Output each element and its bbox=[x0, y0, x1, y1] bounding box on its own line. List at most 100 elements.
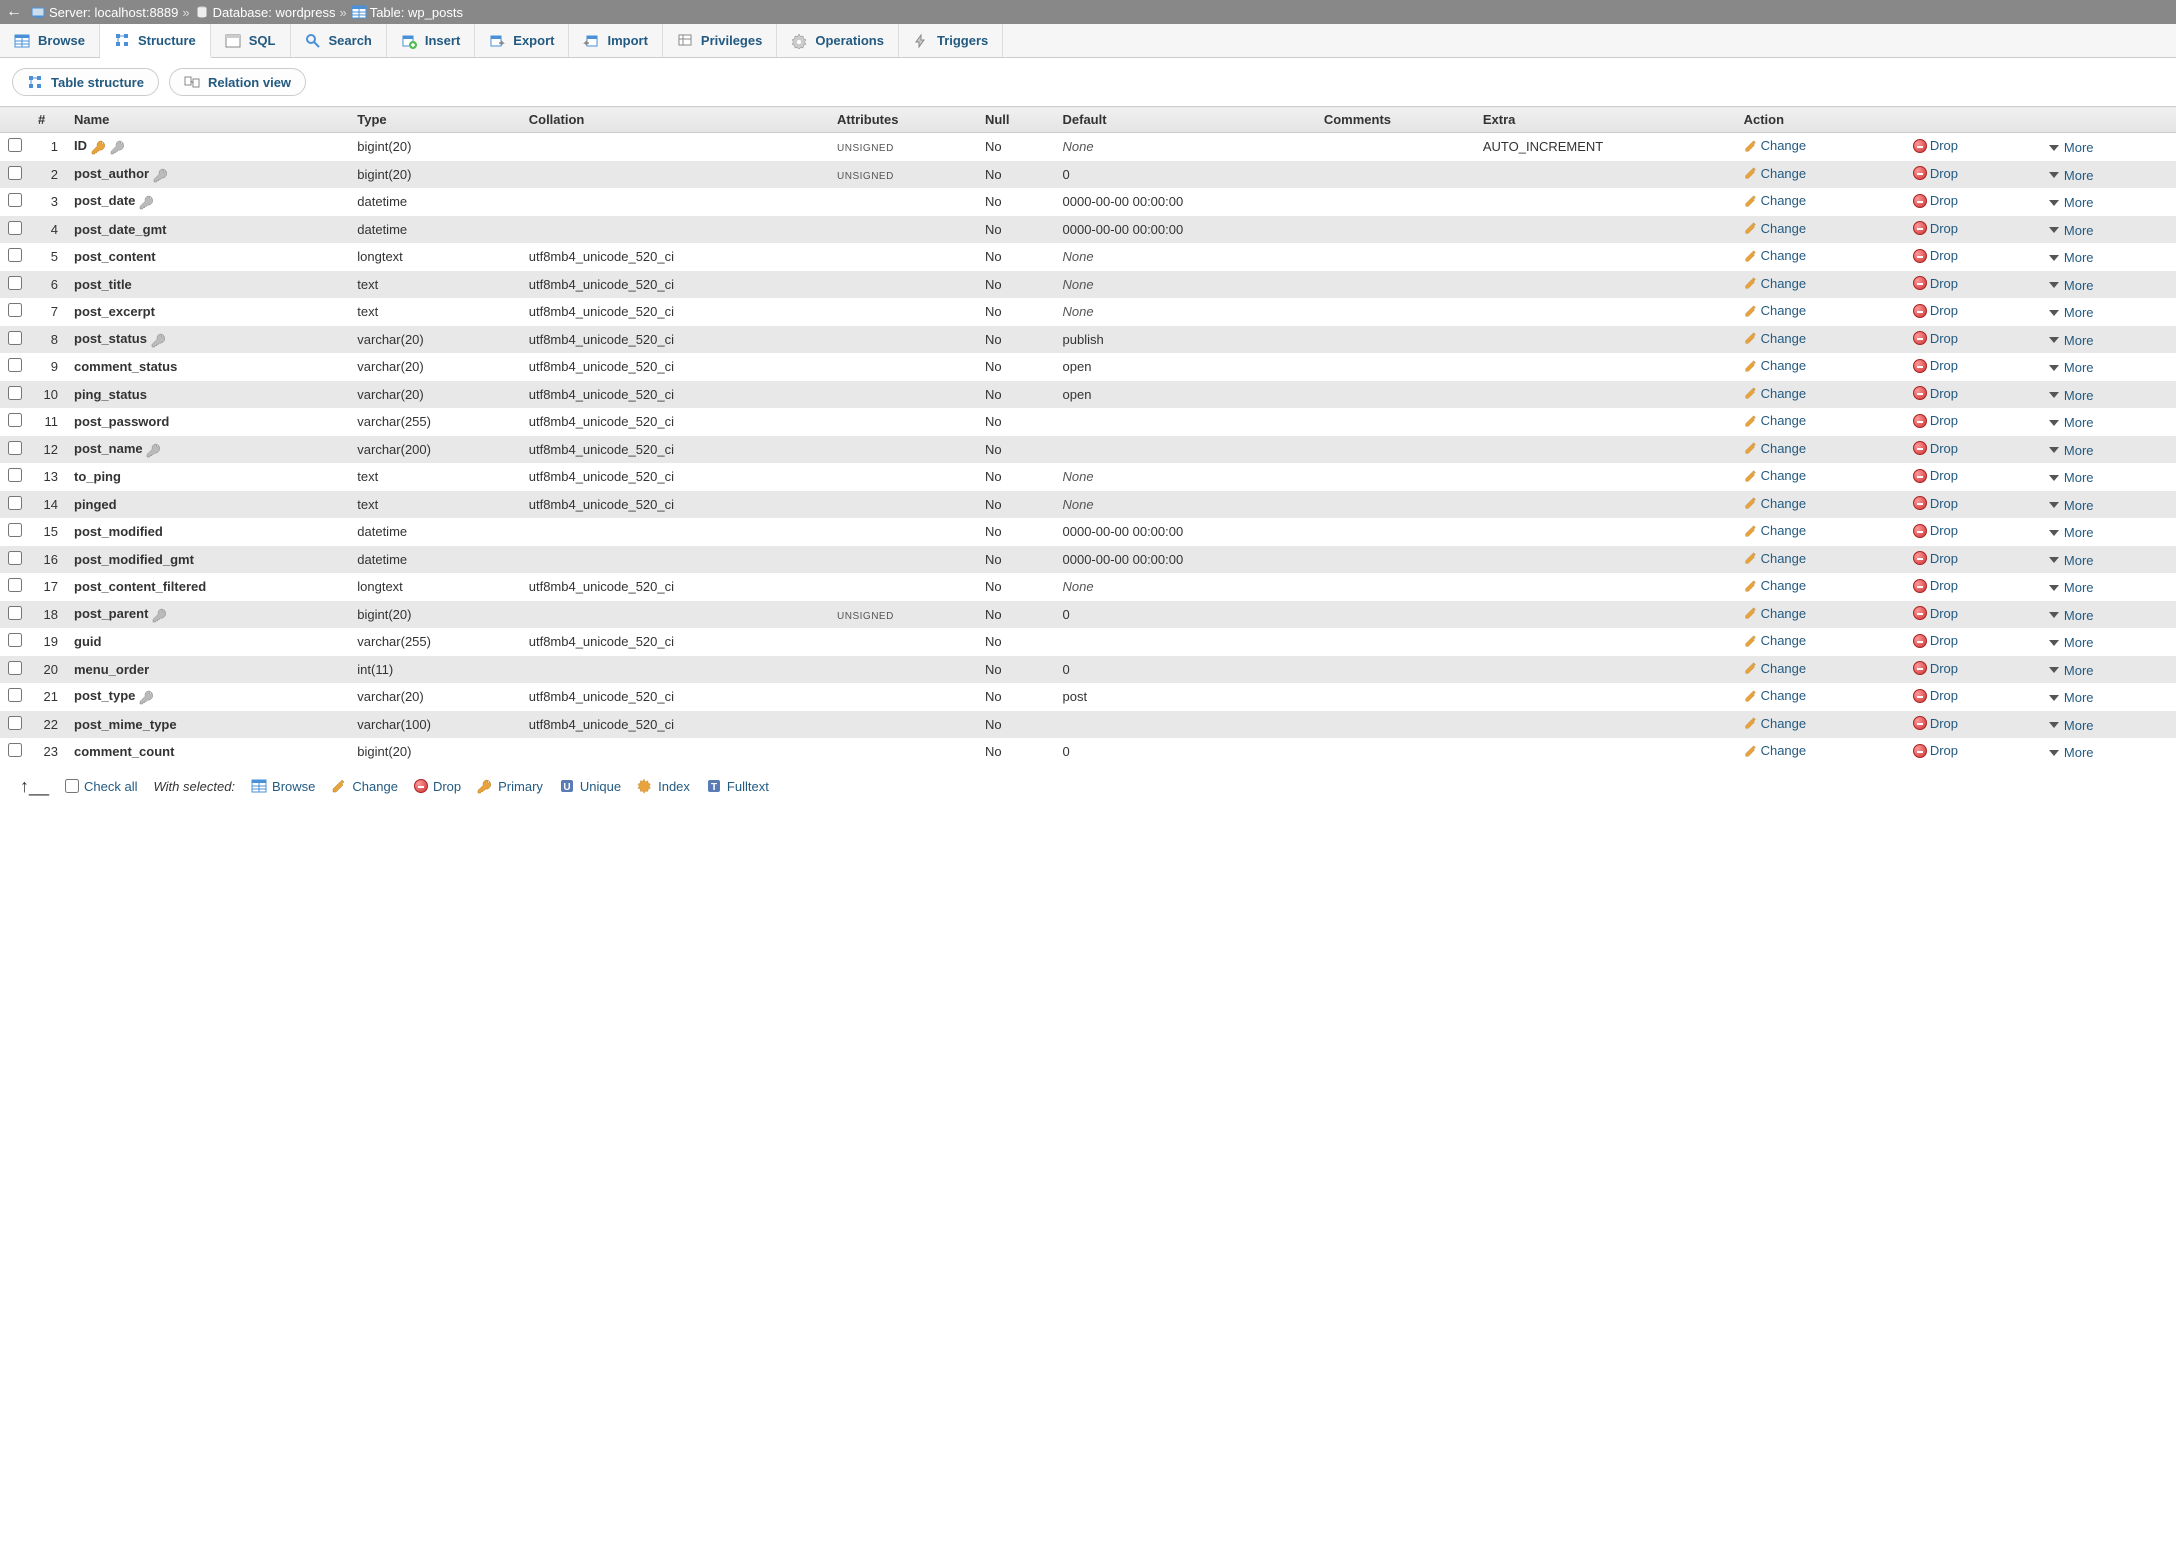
drop-link[interactable]: Drop bbox=[1930, 276, 1958, 291]
footer-change[interactable]: Change bbox=[331, 778, 398, 794]
footer-fulltext[interactable]: Fulltext bbox=[706, 778, 769, 794]
change-link[interactable]: Change bbox=[1761, 688, 1807, 703]
tab-operations[interactable]: Operations bbox=[777, 24, 899, 57]
drop-link[interactable]: Drop bbox=[1930, 578, 1958, 593]
change-link[interactable]: Change bbox=[1761, 523, 1807, 538]
change-link[interactable]: Change bbox=[1761, 248, 1807, 263]
drop-link[interactable]: Drop bbox=[1930, 468, 1958, 483]
more-link[interactable]: More bbox=[2064, 608, 2094, 623]
more-link[interactable]: More bbox=[2064, 443, 2094, 458]
change-link[interactable]: Change bbox=[1761, 551, 1807, 566]
tab-triggers[interactable]: Triggers bbox=[899, 24, 1003, 57]
drop-link[interactable]: Drop bbox=[1930, 221, 1958, 236]
change-link[interactable]: Change bbox=[1761, 633, 1807, 648]
more-link[interactable]: More bbox=[2064, 580, 2094, 595]
row-checkbox[interactable] bbox=[8, 276, 22, 290]
more-link[interactable]: More bbox=[2064, 553, 2094, 568]
drop-link[interactable]: Drop bbox=[1930, 193, 1958, 208]
more-link[interactable]: More bbox=[2064, 333, 2094, 348]
more-link[interactable]: More bbox=[2064, 360, 2094, 375]
row-checkbox[interactable] bbox=[8, 551, 22, 565]
drop-link[interactable]: Drop bbox=[1930, 688, 1958, 703]
row-checkbox[interactable] bbox=[8, 413, 22, 427]
drop-link[interactable]: Drop bbox=[1930, 358, 1958, 373]
more-link[interactable]: More bbox=[2064, 168, 2094, 183]
tab-insert[interactable]: Insert bbox=[387, 24, 475, 57]
change-link[interactable]: Change bbox=[1761, 468, 1807, 483]
breadcrumb-database[interactable]: Database: wordpress bbox=[213, 5, 336, 20]
more-link[interactable]: More bbox=[2064, 470, 2094, 485]
change-link[interactable]: Change bbox=[1761, 221, 1807, 236]
change-link[interactable]: Change bbox=[1761, 578, 1807, 593]
breadcrumb-server[interactable]: Server: localhost:8889 bbox=[49, 5, 178, 20]
tab-sql[interactable]: SQL bbox=[211, 24, 291, 57]
drop-link[interactable]: Drop bbox=[1930, 633, 1958, 648]
row-checkbox[interactable] bbox=[8, 496, 22, 510]
row-checkbox[interactable] bbox=[8, 138, 22, 152]
tab-import[interactable]: Import bbox=[569, 24, 662, 57]
change-link[interactable]: Change bbox=[1761, 413, 1807, 428]
row-checkbox[interactable] bbox=[8, 578, 22, 592]
change-link[interactable]: Change bbox=[1761, 138, 1807, 153]
drop-link[interactable]: Drop bbox=[1930, 743, 1958, 758]
change-link[interactable]: Change bbox=[1761, 166, 1807, 181]
row-checkbox[interactable] bbox=[8, 441, 22, 455]
tab-export[interactable]: Export bbox=[475, 24, 569, 57]
row-checkbox[interactable] bbox=[8, 743, 22, 757]
row-checkbox[interactable] bbox=[8, 468, 22, 482]
more-link[interactable]: More bbox=[2064, 415, 2094, 430]
more-link[interactable]: More bbox=[2064, 718, 2094, 733]
change-link[interactable]: Change bbox=[1761, 606, 1807, 621]
drop-link[interactable]: Drop bbox=[1930, 606, 1958, 621]
tab-browse[interactable]: Browse bbox=[0, 24, 100, 57]
row-checkbox[interactable] bbox=[8, 166, 22, 180]
row-checkbox[interactable] bbox=[8, 248, 22, 262]
drop-link[interactable]: Drop bbox=[1930, 413, 1958, 428]
row-checkbox[interactable] bbox=[8, 523, 22, 537]
footer-drop[interactable]: Drop bbox=[414, 779, 461, 794]
footer-browse[interactable]: Browse bbox=[251, 778, 315, 794]
more-link[interactable]: More bbox=[2064, 388, 2094, 403]
drop-link[interactable]: Drop bbox=[1930, 716, 1958, 731]
drop-link[interactable]: Drop bbox=[1930, 138, 1958, 153]
change-link[interactable]: Change bbox=[1761, 276, 1807, 291]
change-link[interactable]: Change bbox=[1761, 193, 1807, 208]
subtab-relation-view[interactable]: Relation view bbox=[169, 68, 306, 96]
drop-link[interactable]: Drop bbox=[1930, 166, 1958, 181]
back-arrow-icon[interactable]: ← bbox=[6, 3, 22, 21]
more-link[interactable]: More bbox=[2064, 305, 2094, 320]
more-link[interactable]: More bbox=[2064, 635, 2094, 650]
row-checkbox[interactable] bbox=[8, 606, 22, 620]
check-all[interactable]: Check all bbox=[65, 779, 137, 794]
change-link[interactable]: Change bbox=[1761, 441, 1807, 456]
drop-link[interactable]: Drop bbox=[1930, 441, 1958, 456]
change-link[interactable]: Change bbox=[1761, 358, 1807, 373]
row-checkbox[interactable] bbox=[8, 193, 22, 207]
change-link[interactable]: Change bbox=[1761, 386, 1807, 401]
change-link[interactable]: Change bbox=[1761, 303, 1807, 318]
drop-link[interactable]: Drop bbox=[1930, 248, 1958, 263]
drop-link[interactable]: Drop bbox=[1930, 523, 1958, 538]
more-link[interactable]: More bbox=[2064, 195, 2094, 210]
drop-link[interactable]: Drop bbox=[1930, 551, 1958, 566]
drop-link[interactable]: Drop bbox=[1930, 661, 1958, 676]
row-checkbox[interactable] bbox=[8, 358, 22, 372]
row-checkbox[interactable] bbox=[8, 221, 22, 235]
change-link[interactable]: Change bbox=[1761, 661, 1807, 676]
more-link[interactable]: More bbox=[2064, 663, 2094, 678]
footer-unique[interactable]: Unique bbox=[559, 778, 621, 794]
tab-search[interactable]: Search bbox=[291, 24, 387, 57]
row-checkbox[interactable] bbox=[8, 661, 22, 675]
more-link[interactable]: More bbox=[2064, 223, 2094, 238]
drop-link[interactable]: Drop bbox=[1930, 331, 1958, 346]
drop-link[interactable]: Drop bbox=[1930, 386, 1958, 401]
tab-privileges[interactable]: Privileges bbox=[663, 24, 777, 57]
drop-link[interactable]: Drop bbox=[1930, 496, 1958, 511]
change-link[interactable]: Change bbox=[1761, 716, 1807, 731]
footer-index[interactable]: Index bbox=[637, 778, 690, 794]
change-link[interactable]: Change bbox=[1761, 496, 1807, 511]
tab-structure[interactable]: Structure bbox=[100, 24, 211, 58]
drop-link[interactable]: Drop bbox=[1930, 303, 1958, 318]
more-link[interactable]: More bbox=[2064, 278, 2094, 293]
row-checkbox[interactable] bbox=[8, 386, 22, 400]
